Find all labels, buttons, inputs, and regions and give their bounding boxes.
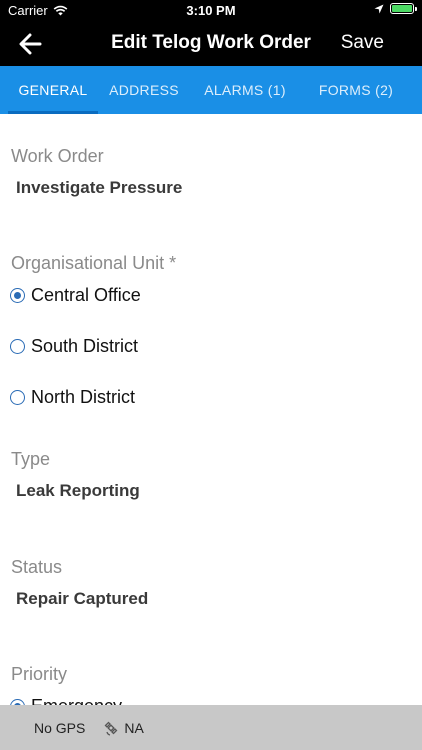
save-button[interactable]: Save bbox=[341, 32, 384, 54]
radio-label: South District bbox=[31, 336, 139, 356]
radio-label: North District bbox=[31, 387, 136, 407]
org-unit-label: Organisational Unit * bbox=[11, 253, 177, 273]
work-order-label: Work Order bbox=[11, 146, 104, 166]
priority-label: Priority bbox=[11, 664, 68, 684]
location-arrow-icon bbox=[374, 4, 384, 13]
network-status: NA bbox=[103, 719, 144, 736]
radio-unchecked-icon[interactable] bbox=[10, 339, 25, 354]
tab-bar: GENERAL ADDRESS ALARMS (1) FORMS (2) bbox=[0, 66, 422, 114]
tab-address[interactable]: ADDRESS bbox=[98, 66, 190, 114]
type-value[interactable]: Leak Reporting bbox=[16, 481, 140, 501]
tab-alarms[interactable]: ALARMS (1) bbox=[190, 66, 300, 114]
radio-checked-icon[interactable] bbox=[10, 288, 25, 303]
status-bar: Carrier 3:10 PM bbox=[0, 0, 422, 22]
status-time: 3:10 PM bbox=[186, 3, 236, 18]
app-header: Edit Telog Work Order Save bbox=[0, 22, 422, 66]
battery-icon bbox=[390, 3, 417, 14]
tab-general[interactable]: GENERAL bbox=[0, 66, 98, 114]
work-order-value[interactable]: Investigate Pressure bbox=[16, 178, 182, 198]
radio-north-district[interactable]: North District bbox=[10, 387, 135, 408]
radio-unchecked-icon[interactable] bbox=[10, 390, 25, 405]
gps-status: No GPS bbox=[34, 719, 86, 736]
network-label: NA bbox=[124, 719, 144, 736]
status-value[interactable]: Repair Captured bbox=[16, 589, 148, 609]
bottom-status-bar: No GPS NA bbox=[0, 705, 422, 750]
status-label: Status bbox=[11, 557, 63, 577]
radio-central-office[interactable]: Central Office bbox=[10, 285, 141, 306]
status-right bbox=[374, 3, 417, 14]
type-label: Type bbox=[11, 449, 51, 469]
form-content[interactable]: Work Order Investigate Pressure Organisa… bbox=[0, 114, 422, 705]
radio-emergency[interactable]: Emergency bbox=[10, 696, 122, 705]
radio-label: Emergency bbox=[31, 696, 122, 705]
radio-label: Central Office bbox=[31, 285, 141, 305]
satellite-icon bbox=[104, 721, 118, 736]
radio-south-district[interactable]: South District bbox=[10, 336, 138, 357]
tab-forms[interactable]: FORMS (2) bbox=[300, 66, 412, 114]
